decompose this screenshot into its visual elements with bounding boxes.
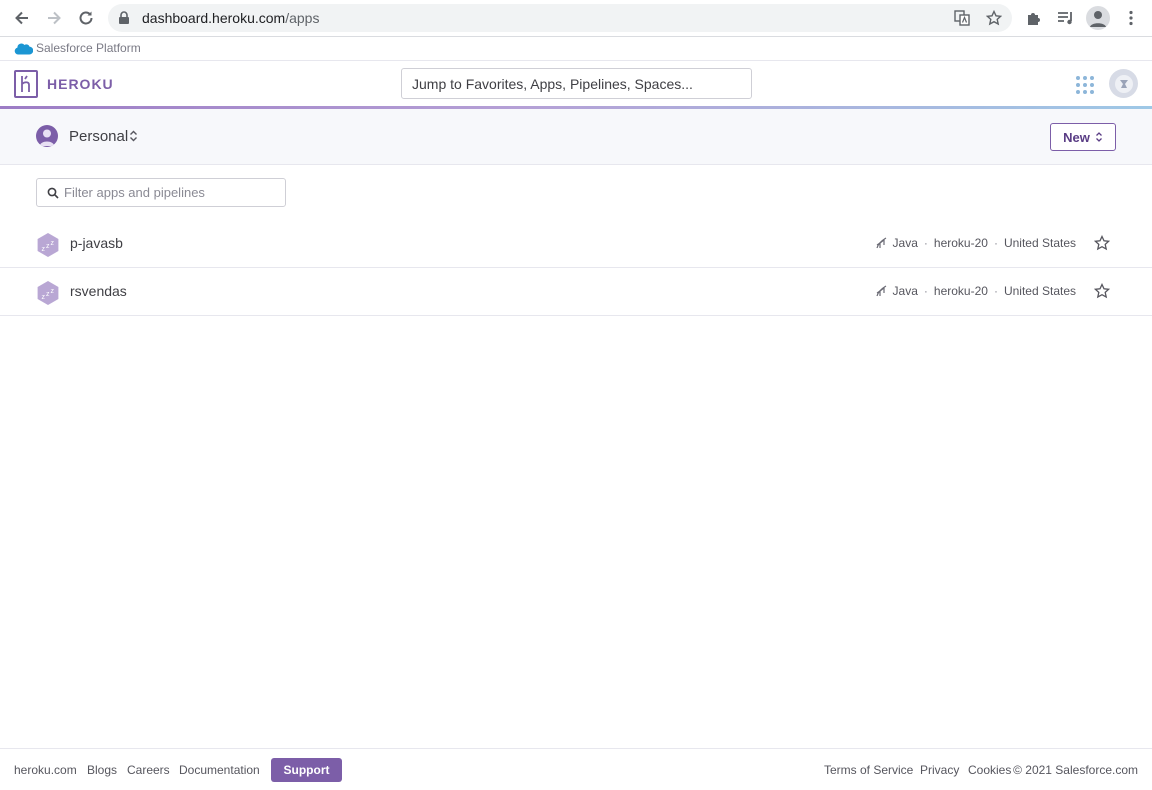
- forward-button[interactable]: [42, 7, 66, 29]
- app-name-link[interactable]: rsvendas: [70, 283, 127, 299]
- account-bar: Personal New: [0, 109, 1152, 165]
- sleeping-app-icon: zzz: [37, 233, 59, 257]
- footer-link-careers[interactable]: Careers: [127, 763, 170, 777]
- grid-dot-icon: [1090, 83, 1094, 87]
- address-bar[interactable]: dashboard.heroku.com/apps: [108, 4, 1012, 32]
- app-meta: Java · heroku-20 · United States: [875, 284, 1076, 298]
- app-region: United States: [1003, 284, 1076, 298]
- footer-link-heroku[interactable]: heroku.com: [14, 763, 77, 777]
- grid-dot-icon: [1076, 83, 1080, 87]
- extensions-button[interactable]: [1023, 7, 1045, 29]
- app-stack: heroku-20: [933, 284, 988, 298]
- footer-link-privacy[interactable]: Privacy: [920, 763, 959, 777]
- browser-profile-button[interactable]: [1086, 6, 1110, 30]
- filter-apps-input[interactable]: [64, 179, 282, 206]
- footer-link-cookies[interactable]: Cookies: [968, 763, 1011, 777]
- grid-dot-icon: [1083, 76, 1087, 80]
- browser-menu-button[interactable]: [1120, 7, 1142, 29]
- grid-dot-icon: [1083, 83, 1087, 87]
- footer-link-documentation[interactable]: Documentation: [179, 763, 260, 777]
- chevron-updown-icon[interactable]: [129, 129, 138, 143]
- chevron-updown-icon: [1095, 132, 1102, 142]
- translate-icon: [954, 10, 970, 26]
- app-meta: Java · heroku-20 · United States: [875, 236, 1076, 250]
- svg-text:z: z: [42, 246, 46, 253]
- salesforce-cloud-icon: [14, 43, 33, 55]
- heroku-logo[interactable]: [14, 70, 38, 98]
- footer-link-terms[interactable]: Terms of Service: [824, 763, 913, 777]
- app-name-link[interactable]: p-javasb: [70, 235, 123, 251]
- heroku-h-icon: [21, 75, 30, 92]
- account-avatar[interactable]: [36, 125, 58, 147]
- arrow-left-icon: [15, 11, 28, 25]
- browser-toolbar: dashboard.heroku.com/apps: [0, 0, 1152, 37]
- heroku-wordmark[interactable]: HEROKU: [47, 76, 114, 92]
- app-stack: heroku-20: [933, 236, 988, 250]
- grid-dot-icon: [1076, 76, 1080, 80]
- playlist-icon: [1058, 12, 1072, 25]
- media-control-button[interactable]: [1055, 7, 1077, 29]
- platform-bar: Salesforce Platform: [0, 37, 1152, 61]
- grid-dot-icon: [1090, 90, 1094, 94]
- support-button[interactable]: Support: [271, 758, 342, 782]
- url-text: dashboard.heroku.com/apps: [142, 10, 319, 26]
- separator: ·: [923, 236, 928, 250]
- app-row[interactable]: zzz rsvendas Java · heroku-20 · United S…: [0, 268, 1152, 316]
- svg-text:z: z: [46, 291, 50, 298]
- app-row[interactable]: zzz p-javasb Java · heroku-20 · United S…: [0, 220, 1152, 268]
- search-icon: [47, 187, 59, 199]
- svg-text:z: z: [46, 243, 50, 250]
- separator: ·: [993, 284, 998, 298]
- user-avatar-button[interactable]: [1109, 69, 1138, 98]
- svg-text:z: z: [51, 288, 55, 295]
- footer: heroku.com Blogs Careers Documentation S…: [0, 748, 1152, 790]
- url-host: dashboard.heroku.com: [142, 10, 286, 26]
- reload-icon: [79, 11, 93, 25]
- sleeping-app-icon: zzz: [37, 281, 59, 305]
- arrow-right-icon: [48, 11, 61, 25]
- app-region: United States: [1003, 236, 1076, 250]
- separator: ·: [923, 284, 928, 298]
- person-icon: [1090, 11, 1106, 27]
- translate-button[interactable]: [952, 9, 972, 27]
- footer-link-blogs[interactable]: Blogs: [87, 763, 117, 777]
- new-button-label: New: [1063, 129, 1090, 145]
- copyright: © 2021 Salesforce.com: [1013, 763, 1138, 777]
- lock-icon: [119, 11, 129, 24]
- url-path: /apps: [285, 10, 320, 26]
- new-button[interactable]: New: [1050, 123, 1116, 151]
- reload-button[interactable]: [74, 7, 98, 29]
- star-outline-icon: [986, 10, 1002, 26]
- back-button[interactable]: [10, 7, 34, 29]
- platform-label: Salesforce Platform: [36, 41, 141, 55]
- svg-text:z: z: [42, 294, 46, 301]
- jump-search-input[interactable]: [401, 68, 752, 99]
- app-language: Java: [892, 284, 918, 298]
- java-language-icon: [875, 237, 886, 249]
- bookmark-star-button[interactable]: [984, 9, 1004, 27]
- filter-box: [36, 178, 286, 207]
- star-outline-icon[interactable]: [1094, 235, 1110, 251]
- grid-dot-icon: [1083, 90, 1087, 94]
- account-switcher[interactable]: Personal: [69, 128, 128, 145]
- kebab-menu-icon: [1129, 10, 1133, 26]
- puzzle-icon: [1028, 13, 1040, 25]
- separator: ·: [993, 236, 998, 250]
- apps-launcher-button[interactable]: [1076, 76, 1094, 94]
- user-avatar-icon: [1114, 74, 1133, 93]
- app-language: Java: [892, 236, 918, 250]
- java-language-icon: [875, 285, 886, 297]
- person-icon: [39, 129, 55, 146]
- grid-dot-icon: [1090, 76, 1094, 80]
- star-outline-icon[interactable]: [1094, 283, 1110, 299]
- svg-text:z: z: [51, 240, 55, 247]
- heroku-header: HEROKU: [0, 61, 1152, 106]
- grid-dot-icon: [1076, 90, 1080, 94]
